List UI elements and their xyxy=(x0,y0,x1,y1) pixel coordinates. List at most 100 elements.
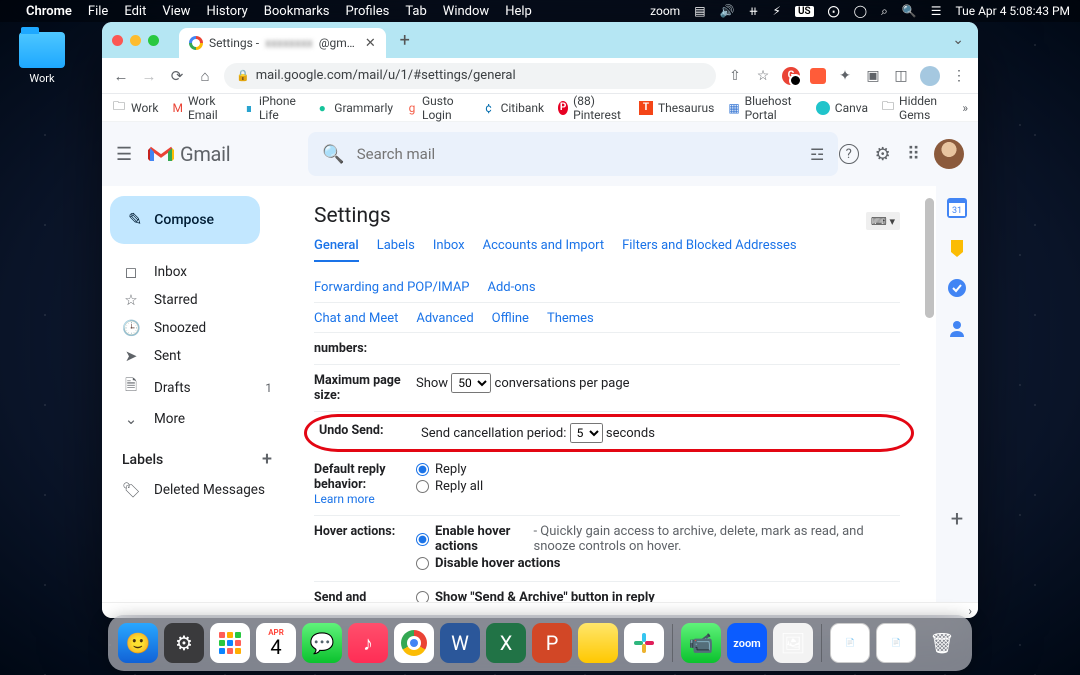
search-bar[interactable]: 🔍 ☲ xyxy=(308,132,838,176)
menulet-icon[interactable]: ▤ xyxy=(694,4,705,18)
support-icon[interactable]: ? xyxy=(839,144,859,164)
settings-gear-icon[interactable]: ⚙ xyxy=(875,144,891,165)
tab-chat[interactable]: Chat and Meet xyxy=(314,311,398,326)
menu-edit[interactable]: Edit xyxy=(124,4,146,19)
calendar-icon[interactable]: 31 xyxy=(947,198,967,218)
tab-general[interactable]: General xyxy=(314,238,359,262)
music-icon[interactable]: ♪ xyxy=(348,623,388,663)
home-button[interactable]: ⌂ xyxy=(196,67,214,85)
dock-document-icon[interactable]: 📄 xyxy=(876,623,916,663)
radio-show-send-archive[interactable] xyxy=(416,591,429,602)
preview-icon[interactable]: 🖼 xyxy=(773,623,813,663)
excel-icon[interactable]: X xyxy=(486,623,526,663)
bookmark-work-email[interactable]: MWork Email xyxy=(172,94,230,122)
tab-inbox[interactable]: Inbox xyxy=(433,238,465,262)
search-input[interactable] xyxy=(357,145,798,163)
extension-icon[interactable] xyxy=(810,68,826,84)
desktop-folder-work[interactable]: Work xyxy=(12,32,72,85)
tab-forwarding[interactable]: Forwarding and POP/IMAP xyxy=(314,280,470,302)
profile-avatar-icon[interactable] xyxy=(920,66,940,86)
search-options-icon[interactable]: ☲ xyxy=(810,145,824,164)
tab-themes[interactable]: Themes xyxy=(547,311,594,326)
learn-more-link[interactable]: Learn more xyxy=(314,492,375,506)
bookmark-star-icon[interactable]: ☆ xyxy=(754,67,772,85)
back-button[interactable]: ← xyxy=(112,67,130,85)
active-app-name[interactable]: Chrome xyxy=(26,4,72,19)
radio-enable-hover[interactable] xyxy=(416,533,429,546)
add-label-icon[interactable]: + xyxy=(262,449,272,470)
tab-accounts[interactable]: Accounts and Import xyxy=(483,238,604,262)
tab-advanced[interactable]: Advanced xyxy=(416,311,473,326)
bookmark-grammarly[interactable]: ●Grammarly xyxy=(315,101,393,115)
powerpoint-icon[interactable]: P xyxy=(532,623,572,663)
sidebar-item-more[interactable]: ⌄More xyxy=(110,405,284,433)
slack-icon[interactable] xyxy=(624,623,664,663)
chevron-right-icon[interactable]: › xyxy=(968,604,972,618)
undo-period-select[interactable]: 5 xyxy=(570,423,603,443)
extensions-puzzle-icon[interactable]: ✦ xyxy=(836,67,854,85)
tab-offline[interactable]: Offline xyxy=(492,311,529,326)
bookmark-bluehost[interactable]: ▦Bluehost Portal xyxy=(728,94,801,122)
launchpad-icon[interactable] xyxy=(210,623,250,663)
gmail-logo[interactable]: Gmail xyxy=(148,142,230,166)
bookmark-gusto[interactable]: gGusto Login xyxy=(407,94,468,122)
bookmark-thesaurus[interactable]: TThesaurus xyxy=(639,101,714,115)
bookmark-canva[interactable]: Canva xyxy=(816,101,868,115)
menu-profiles[interactable]: Profiles xyxy=(346,4,390,19)
sidebar-item-inbox[interactable]: ◻Inbox xyxy=(110,258,284,286)
radio-reply[interactable] xyxy=(416,463,429,476)
sidepanel-icon[interactable]: ◫ xyxy=(892,67,910,85)
facetime-icon[interactable]: 📹 xyxy=(681,623,721,663)
main-menu-icon[interactable]: ☰ xyxy=(116,144,136,165)
reload-button[interactable]: ⟳ xyxy=(168,67,186,85)
system-settings-icon[interactable]: ⚙ xyxy=(164,623,204,663)
tab-filters[interactable]: Filters and Blocked Addresses xyxy=(622,238,797,262)
wifi-icon[interactable]: ⨀ xyxy=(828,4,840,18)
vertical-scrollbar[interactable] xyxy=(922,190,936,602)
menu-window[interactable]: Window xyxy=(443,4,489,19)
menu-help[interactable]: Help xyxy=(505,4,532,19)
sidebar-label-deleted[interactable]: 🏷Deleted Messages xyxy=(110,476,284,504)
chrome-app-icon[interactable] xyxy=(394,623,434,663)
new-tab-button[interactable]: + xyxy=(392,27,418,53)
user-icon[interactable]: ◯ xyxy=(854,4,867,18)
menu-tab[interactable]: Tab xyxy=(405,4,426,19)
bookmarks-overflow-icon[interactable]: » xyxy=(962,101,968,115)
menu-history[interactable]: History xyxy=(206,4,247,19)
calendar-app-icon[interactable]: APR4 xyxy=(256,623,296,663)
page-size-select[interactable]: 50 xyxy=(451,373,491,393)
input-source-icon[interactable]: US xyxy=(795,6,814,17)
share-icon[interactable]: ⇧ xyxy=(726,67,744,85)
sidebar-item-starred[interactable]: ☆Starred xyxy=(110,286,284,314)
control-center-icon[interactable]: ☰ xyxy=(931,4,942,18)
add-sidepanel-icon[interactable]: + xyxy=(951,507,963,532)
dock-document-icon[interactable]: 📄 xyxy=(830,623,870,663)
tab-addons[interactable]: Add-ons xyxy=(488,280,536,302)
sidebar-item-sent[interactable]: ➤Sent xyxy=(110,342,284,370)
word-icon[interactable]: W xyxy=(440,623,480,663)
forward-button[interactable]: → xyxy=(140,67,158,85)
bookmark-hidden-gems[interactable]: 🗀Hidden Gems xyxy=(882,94,948,122)
sidebar-item-snoozed[interactable]: 🕒Snoozed xyxy=(110,314,284,342)
compose-button[interactable]: ✎ Compose xyxy=(110,196,260,244)
bookmark-work[interactable]: 🗀Work xyxy=(112,101,158,115)
menu-file[interactable]: File xyxy=(88,4,108,19)
bookmark-pinterest[interactable]: P(88) Pinterest xyxy=(558,94,625,122)
tabs-dropdown-icon[interactable]: ⌄ xyxy=(948,28,968,52)
minimize-window-button[interactable] xyxy=(130,35,141,46)
bookmark-citibank[interactable]: ¢Citibank xyxy=(482,101,545,115)
url-input[interactable]: 🔒 mail.google.com/mail/u/1/#settings/gen… xyxy=(224,63,716,89)
contacts-icon[interactable] xyxy=(947,318,967,338)
account-avatar[interactable] xyxy=(934,139,964,169)
spotlight-icon[interactable]: ⌕ xyxy=(881,4,888,19)
close-window-button[interactable] xyxy=(112,35,123,46)
battery-icon[interactable]: ⚡︎ xyxy=(773,4,781,18)
overflow-menu-icon[interactable]: ⋮ xyxy=(950,67,968,85)
keep-icon[interactable] xyxy=(947,238,967,258)
radio-disable-hover[interactable] xyxy=(416,557,429,570)
zoom-menulet[interactable]: zoom xyxy=(650,4,680,18)
cast-icon[interactable]: ▣ xyxy=(864,67,882,85)
extension-badge-icon[interactable]: G xyxy=(782,67,800,85)
search-icon[interactable]: 🔍 xyxy=(902,4,917,18)
bookmark-iphone-life[interactable]: ∎iPhone Life xyxy=(244,94,301,122)
